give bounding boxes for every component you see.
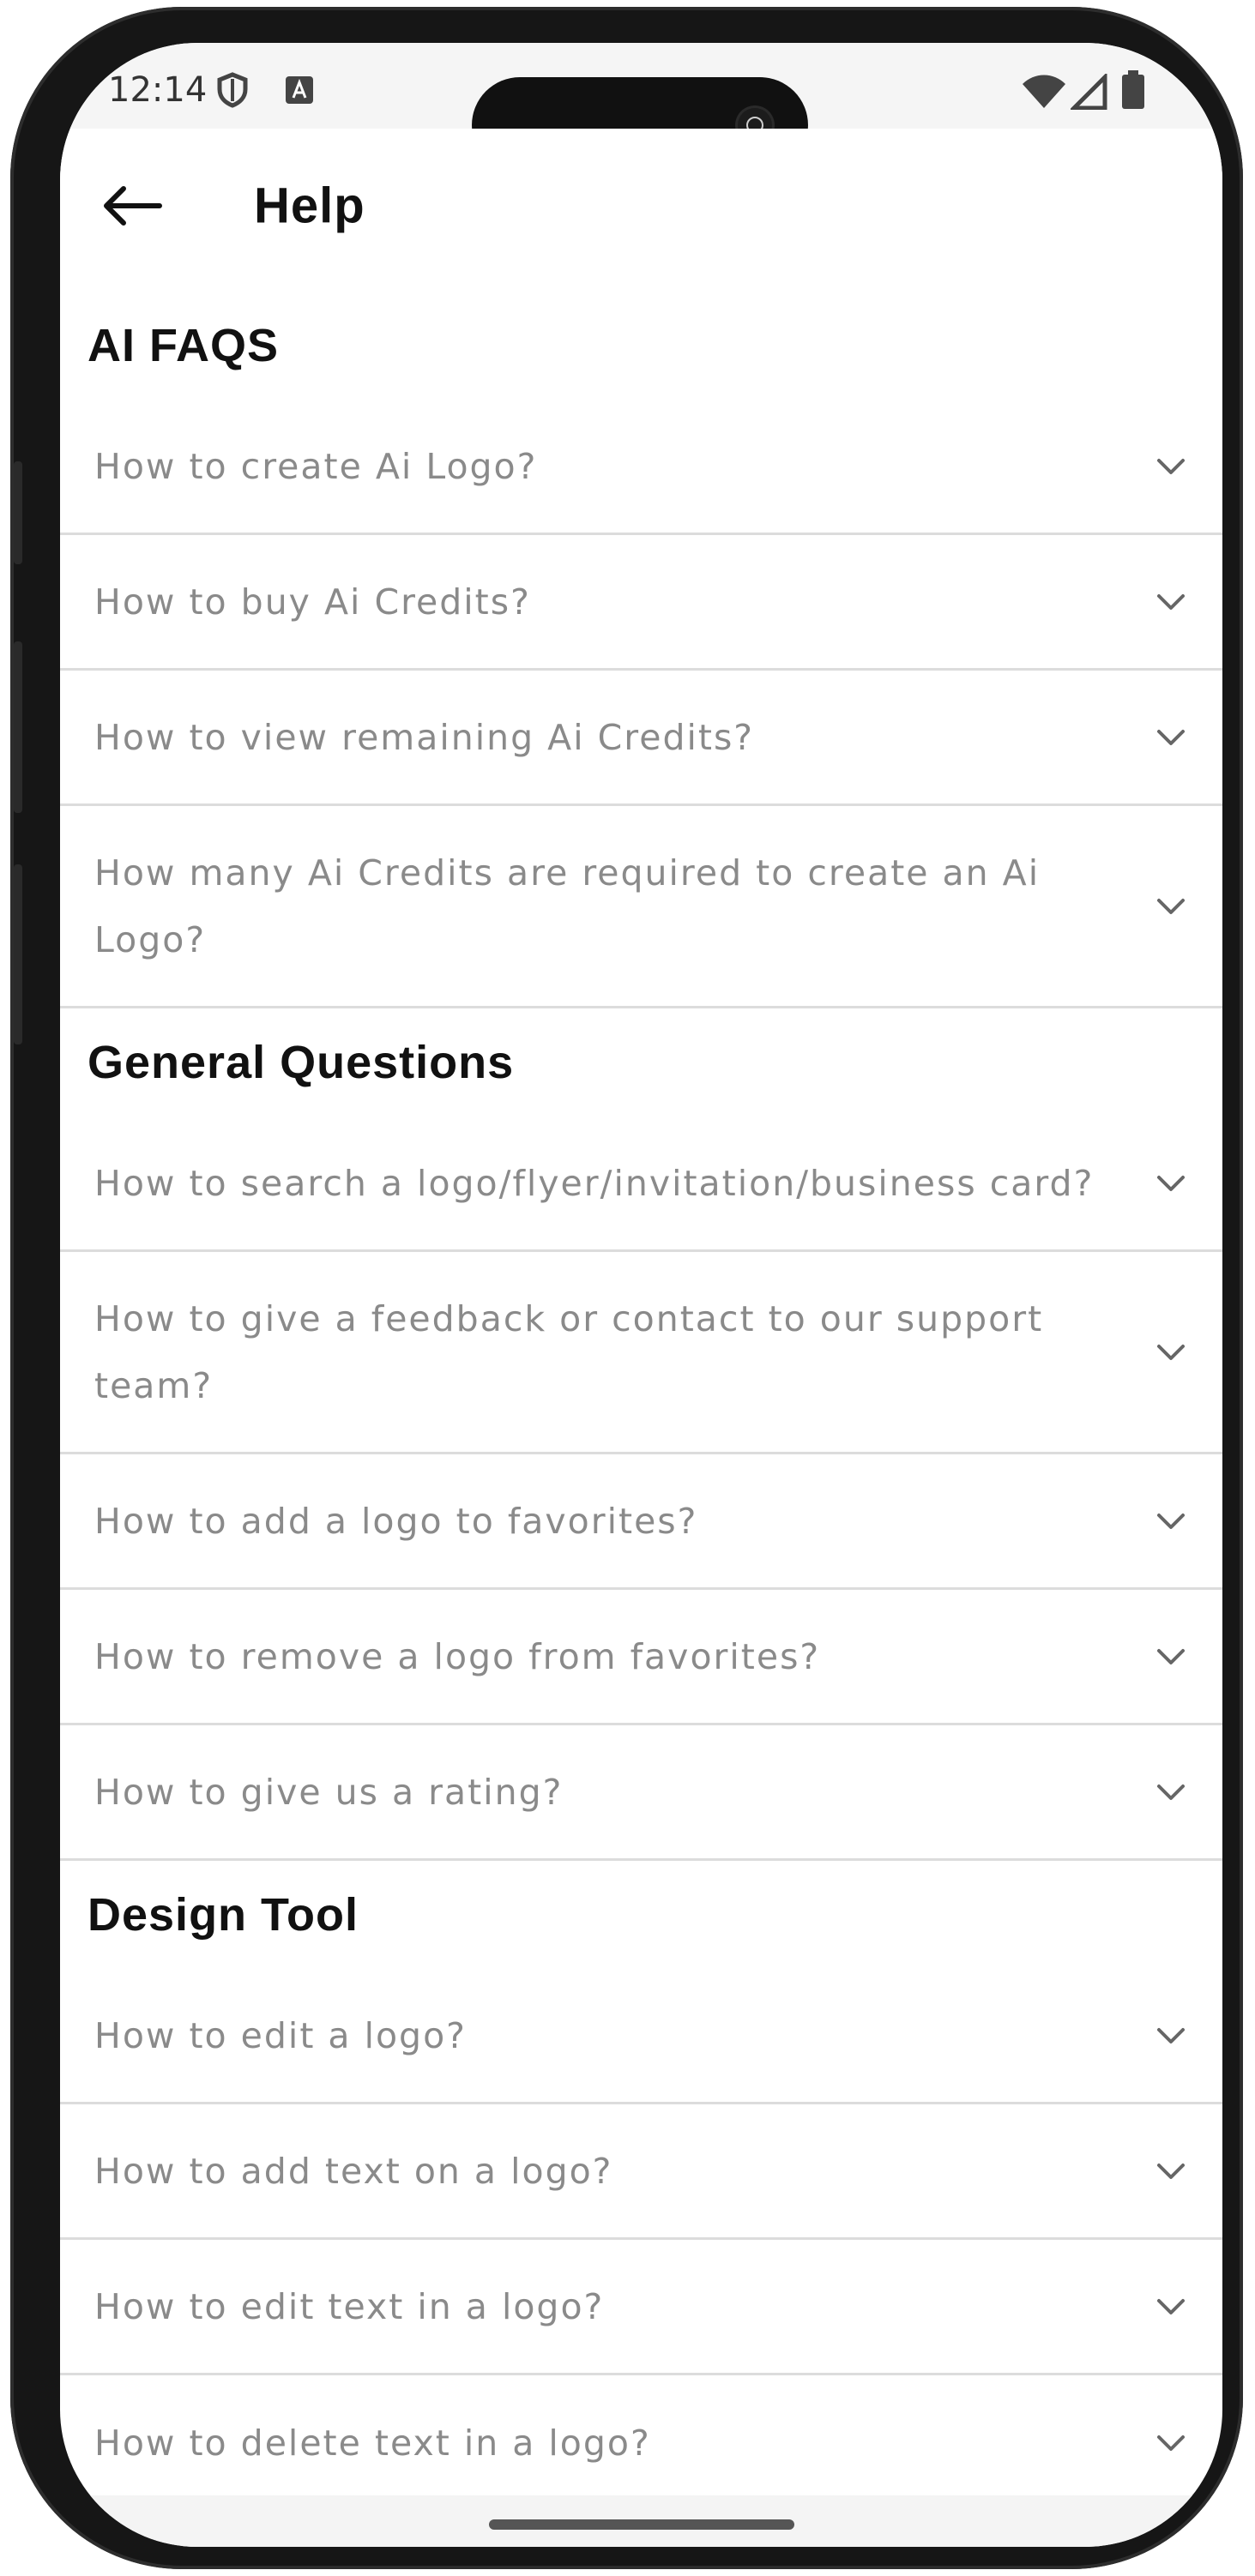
faq-question: How to give us a rating? <box>94 1771 564 1813</box>
faq-item[interactable]: How to delete text in a logo? <box>60 2375 1222 2511</box>
faq-question: How to delete text in a logo? <box>94 2423 651 2464</box>
status-time: 12:14 <box>108 70 208 110</box>
faq-question: How to edit text in a logo? <box>94 2285 605 2327</box>
chevron-down-icon <box>1157 458 1185 474</box>
faq-item[interactable]: How to give a feedback or contact to our… <box>60 1252 1222 1454</box>
section-title-ai-faqs: AI FAQS <box>87 320 280 371</box>
faq-item[interactable]: How to view remaining Ai Credits? <box>60 671 1222 806</box>
faq-question: How many Ai Credits are required to crea… <box>94 852 1041 960</box>
volume-up-button <box>14 641 22 813</box>
faq-item[interactable]: How to create Ai Logo? <box>60 400 1222 535</box>
faq-item[interactable]: How to add text on a logo? <box>60 2104 1222 2240</box>
chevron-down-icon <box>1157 1344 1185 1360</box>
shield-icon <box>216 72 249 111</box>
faq-question: How to view remaining Ai Credits? <box>94 716 755 758</box>
app-a-icon <box>285 75 314 108</box>
chevron-down-icon <box>1157 2027 1185 2043</box>
battery-icon <box>1120 70 1146 113</box>
faq-item[interactable]: How to edit a logo? <box>60 1969 1222 2104</box>
home-indicator[interactable] <box>489 2519 794 2530</box>
faq-item[interactable]: How to edit text in a logo? <box>60 2240 1222 2375</box>
chevron-down-icon <box>1157 1175 1185 1191</box>
back-button[interactable] <box>91 165 173 247</box>
chevron-down-icon <box>1157 593 1185 610</box>
app-bar: Help <box>60 129 1222 292</box>
screen: 12:14 Help AI FAQS How to create Ai Logo… <box>60 43 1222 2547</box>
chevron-down-icon <box>1157 898 1185 914</box>
faq-question: How to remove a logo from favorites? <box>94 1635 821 1677</box>
status-bar: 12:14 <box>60 43 1222 173</box>
side-button <box>14 461 22 564</box>
faq-question: How to edit a logo? <box>94 2014 467 2056</box>
faq-question: How to add text on a logo? <box>94 2150 613 2192</box>
chevron-down-icon <box>1157 1648 1185 1664</box>
faq-question: How to add a logo to favorites? <box>94 1500 698 1542</box>
faq-item[interactable]: How to give us a rating? <box>60 1725 1222 1861</box>
volume-down-button <box>14 864 22 1044</box>
chevron-down-icon <box>1157 2435 1185 2451</box>
cell-signal-icon <box>1068 71 1108 113</box>
faq-question: How to create Ai Logo? <box>94 445 538 487</box>
faq-question: How to search a logo/flyer/invitation/bu… <box>94 1162 1095 1204</box>
faq-question: How to give a feedback or contact to our… <box>94 1297 1044 1406</box>
chevron-down-icon <box>1157 2163 1185 2179</box>
page-title: Help <box>254 178 365 234</box>
faq-item[interactable]: How many Ai Credits are required to crea… <box>60 806 1222 1008</box>
phone-frame: 12:14 Help AI FAQS How to create Ai Logo… <box>10 7 1243 2569</box>
faq-item[interactable]: How to remove a logo from favorites? <box>60 1590 1222 1725</box>
faq-content: AI FAQS How to create Ai Logo? How to bu… <box>60 292 1222 2511</box>
faq-item[interactable]: How to add a logo to favorites? <box>60 1454 1222 1590</box>
section-title-design-tool: Design Tool <box>87 1889 359 1941</box>
chevron-down-icon <box>1157 1513 1185 1529</box>
chevron-down-icon <box>1157 1784 1185 1800</box>
section-title-general-questions: General Questions <box>87 1037 515 1088</box>
faq-item[interactable]: How to search a logo/flyer/invitation/bu… <box>60 1116 1222 1252</box>
faq-item[interactable]: How to buy Ai Credits? <box>60 535 1222 671</box>
faq-question: How to buy Ai Credits? <box>94 581 531 623</box>
wifi-icon <box>1021 74 1067 113</box>
chevron-down-icon <box>1157 2298 1185 2314</box>
arrow-left-icon <box>104 186 162 226</box>
chevron-down-icon <box>1157 729 1185 745</box>
